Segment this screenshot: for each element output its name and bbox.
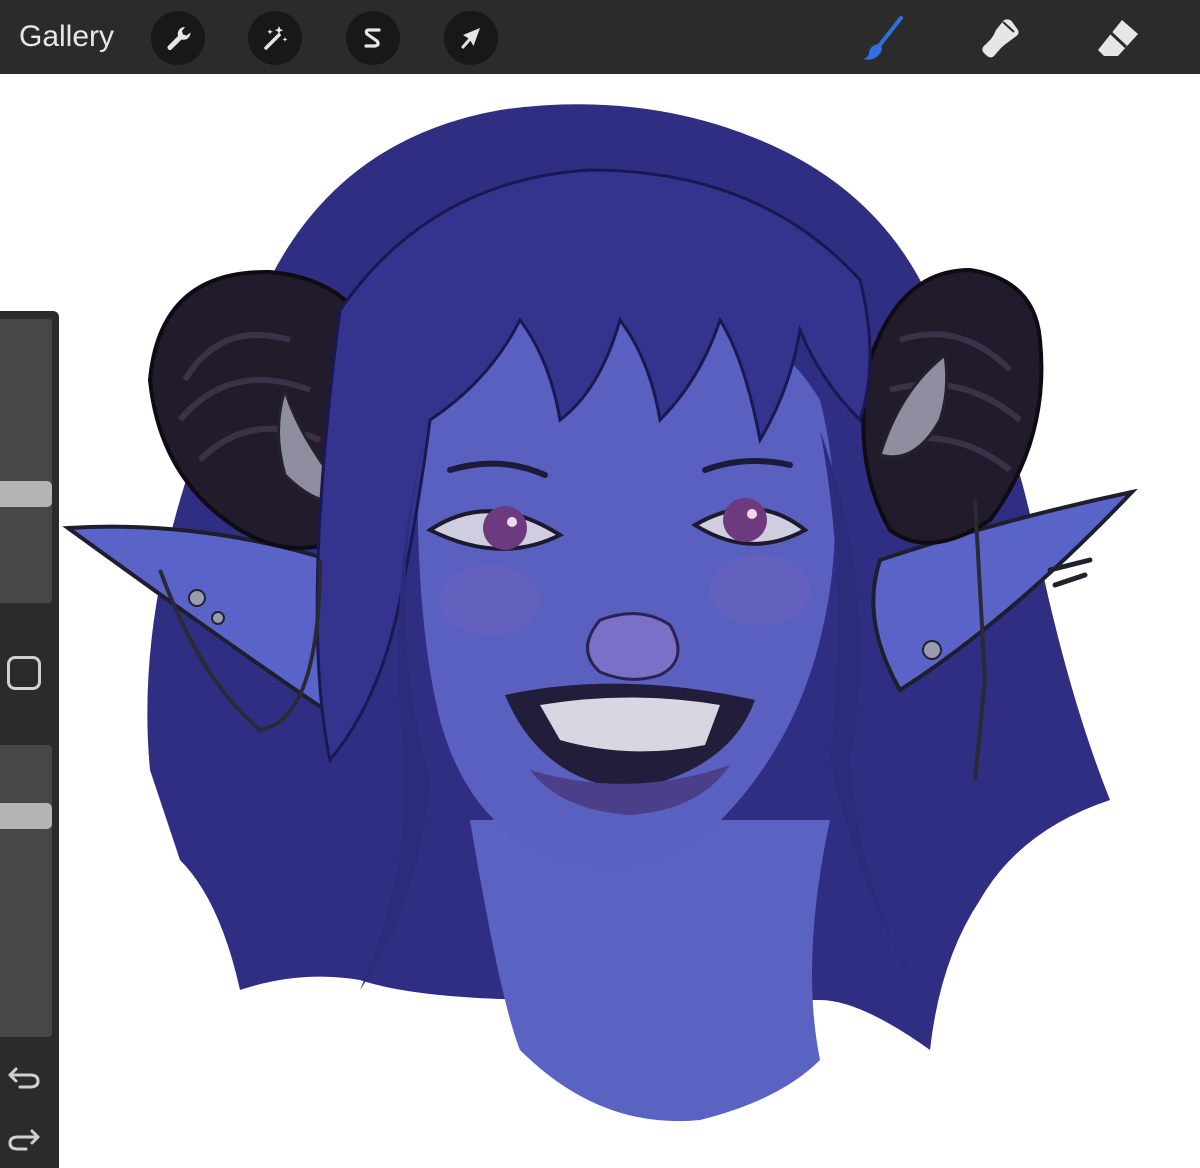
selection-s-icon bbox=[364, 28, 381, 48]
selection-button[interactable] bbox=[346, 11, 400, 65]
paintbrush-icon bbox=[863, 16, 903, 60]
left-ear-piercing-2 bbox=[211, 611, 225, 625]
magic-wand-icon bbox=[264, 26, 288, 50]
smudge-finger-icon bbox=[982, 19, 1019, 58]
undo-icon[interactable] bbox=[6, 1059, 42, 1091]
arrow-cursor-icon bbox=[461, 28, 480, 49]
wrench-icon bbox=[167, 26, 191, 51]
top-toolbar: Gallery bbox=[0, 0, 1200, 74]
redo-icon[interactable] bbox=[6, 1123, 42, 1155]
brush-opacity-thumb[interactable] bbox=[0, 803, 52, 829]
eraser-tool-button[interactable] bbox=[1090, 12, 1146, 64]
neck bbox=[470, 820, 830, 1122]
brush-tool-button[interactable] bbox=[855, 12, 911, 64]
left-ear-piercing bbox=[188, 589, 206, 607]
right-iris bbox=[723, 498, 767, 542]
gallery-button[interactable]: Gallery bbox=[19, 20, 114, 54]
transform-button[interactable] bbox=[444, 11, 498, 65]
right-cheek bbox=[710, 555, 810, 625]
left-eye-highlight bbox=[507, 517, 517, 527]
drawing-canvas[interactable] bbox=[0, 74, 1200, 1168]
adjustments-button[interactable] bbox=[248, 11, 302, 65]
modify-button[interactable] bbox=[7, 656, 41, 690]
left-cheek bbox=[440, 565, 540, 635]
left-iris bbox=[483, 506, 527, 550]
brush-size-thumb[interactable] bbox=[0, 481, 52, 507]
nose bbox=[586, 612, 680, 681]
brush-size-slider[interactable] bbox=[0, 319, 52, 603]
right-eye-highlight bbox=[747, 509, 757, 519]
left-sidebar bbox=[0, 311, 59, 1168]
right-ear-piercing bbox=[922, 640, 942, 660]
brush-opacity-slider[interactable] bbox=[0, 745, 52, 1037]
tiefling-portrait-artwork bbox=[62, 104, 1138, 1122]
eraser-icon bbox=[1098, 20, 1138, 56]
actions-button[interactable] bbox=[151, 11, 205, 65]
smudge-tool-button[interactable] bbox=[972, 12, 1028, 64]
